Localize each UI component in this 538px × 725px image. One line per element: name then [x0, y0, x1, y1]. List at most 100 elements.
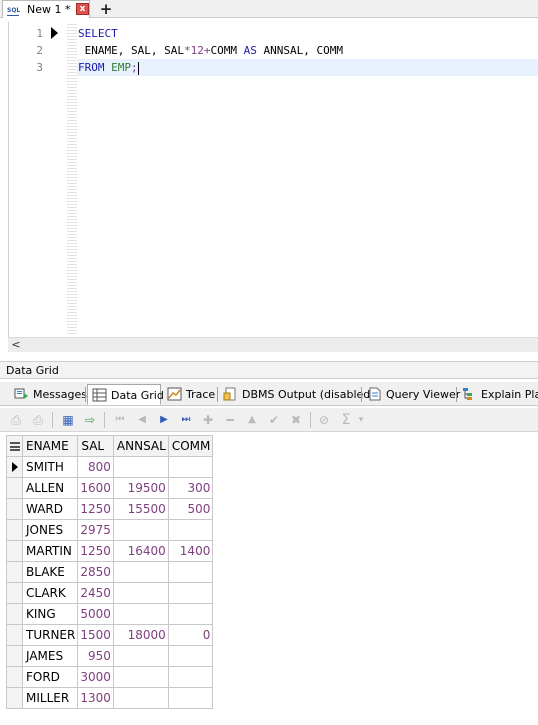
table-row[interactable]: SMITH 800	[6, 456, 214, 478]
grid-cell-annsal[interactable]: 18000	[112, 624, 169, 646]
grid-cell-sal[interactable]: 1500	[77, 624, 114, 646]
grid-cell-annsal[interactable]	[112, 687, 169, 709]
grid-cell-comm[interactable]	[167, 645, 214, 667]
table-row[interactable]: KING 5000	[6, 603, 214, 625]
tab-dbms-output[interactable]: DBMS Output (disabled)	[219, 384, 375, 405]
grid-cell-sal[interactable]: 1250	[77, 540, 114, 562]
grid-cell-sal[interactable]: 1600	[77, 477, 114, 499]
close-tab-icon[interactable]: x	[76, 3, 89, 15]
refresh-grid-icon[interactable]: ⇨	[82, 412, 98, 428]
grid-cell-annsal[interactable]: 19500	[112, 477, 169, 499]
grid-cell-annsal[interactable]: 15500	[112, 498, 169, 520]
grid-cell-comm[interactable]: 300	[167, 477, 214, 499]
grid-cell-annsal[interactable]	[112, 519, 169, 541]
grid-cell-ename[interactable]: JAMES	[21, 645, 79, 667]
grid-cell-annsal[interactable]	[112, 645, 169, 667]
grid-cell-comm[interactable]: 1400	[167, 540, 214, 562]
grid-cell-comm[interactable]	[167, 666, 214, 688]
grid-cell-sal[interactable]: 1250	[77, 498, 114, 520]
row-indicator[interactable]	[6, 582, 23, 604]
last-record-icon[interactable]: ⏭	[178, 412, 194, 428]
data-grid[interactable]: ENAME SAL ANNSAL COMM SMITH 800 ALLEN 1600 1…	[6, 435, 214, 709]
grid-cell-annsal[interactable]	[112, 603, 169, 625]
row-indicator[interactable]	[6, 477, 23, 499]
row-indicator[interactable]	[6, 603, 23, 625]
tab-messages[interactable]: Messages	[10, 384, 87, 405]
grid-cell-ename[interactable]: SMITH	[21, 456, 79, 478]
table-row[interactable]: CLARK 2450	[6, 582, 214, 604]
grid-cell-annsal[interactable]: 16400	[112, 540, 169, 562]
sum-icon[interactable]: Σ	[338, 412, 354, 428]
grid-cell-annsal[interactable]	[112, 582, 169, 604]
column-header-annsal[interactable]: ANNSAL	[112, 435, 169, 457]
code-area[interactable]: SELECT ENAME, SAL, SAL*12+COMM AS ANNSAL…	[77, 22, 538, 336]
edit-record-icon[interactable]: ▲	[244, 412, 260, 428]
grid-cell-ename[interactable]: ALLEN	[21, 477, 79, 499]
grid-cell-ename[interactable]: BLAKE	[21, 561, 79, 583]
grid-cell-ename[interactable]: MARTIN	[21, 540, 79, 562]
grid-cell-comm[interactable]	[167, 603, 214, 625]
grid-cell-comm[interactable]	[167, 519, 214, 541]
editor-tab-new-1[interactable]: SQL New 1 * x	[2, 0, 90, 18]
panel-splitter[interactable]	[0, 353, 538, 361]
grid-cell-annsal[interactable]	[112, 666, 169, 688]
row-indicator[interactable]	[6, 645, 23, 667]
row-indicator[interactable]	[6, 456, 23, 478]
insert-record-icon[interactable]: ✚	[200, 412, 216, 428]
tab-trace[interactable]: Trace	[163, 384, 217, 405]
grid-cell-sal[interactable]: 2850	[77, 561, 114, 583]
table-row[interactable]: MILLER 1300	[6, 687, 214, 709]
editor-horizontal-scrollbar[interactable]: <	[8, 337, 538, 352]
grid-cell-ename[interactable]: TURNER	[21, 624, 79, 646]
row-indicator[interactable]	[6, 624, 23, 646]
table-row[interactable]: TURNER 1500 18000 0	[6, 624, 214, 646]
new-tab-button[interactable]: +	[98, 1, 114, 17]
dropdown-arrow-icon[interactable]: ▾	[356, 412, 366, 428]
grid-cell-annsal[interactable]	[112, 561, 169, 583]
table-row[interactable]: JAMES 950	[6, 645, 214, 667]
sql-editor[interactable]: 1 2 3 SELECT ENAME, SAL, SAL*12+COMM AS …	[8, 22, 538, 352]
grid-cell-ename[interactable]: JONES	[21, 519, 79, 541]
save-icon[interactable]: ⎙	[8, 412, 24, 428]
tab-explain-plan[interactable]: Explain Plan	[458, 384, 538, 405]
column-header-comm[interactable]: COMM	[167, 435, 214, 457]
grid-cell-sal[interactable]: 2975	[77, 519, 114, 541]
grid-cell-ename[interactable]: MILLER	[21, 687, 79, 709]
post-edit-icon[interactable]: ✔	[266, 412, 282, 428]
cancel-edit-icon[interactable]: ✖	[288, 412, 304, 428]
grid-view-icon[interactable]: ▦	[60, 412, 76, 428]
filter-icon[interactable]: ⊘	[316, 412, 332, 428]
table-row[interactable]: WARD 1250 15500 500	[6, 498, 214, 520]
grid-cell-comm[interactable]	[167, 687, 214, 709]
grid-cell-ename[interactable]: CLARK	[21, 582, 79, 604]
grid-cell-ename[interactable]: KING	[21, 603, 79, 625]
table-row[interactable]: ALLEN 1600 19500 300	[6, 477, 214, 499]
table-row[interactable]: MARTIN 1250 16400 1400	[6, 540, 214, 562]
row-indicator[interactable]	[6, 666, 23, 688]
row-indicator[interactable]	[6, 498, 23, 520]
grid-cell-comm[interactable]	[167, 456, 214, 478]
grid-cell-comm[interactable]	[167, 582, 214, 604]
grid-cell-comm[interactable]: 0	[167, 624, 214, 646]
grid-cell-annsal[interactable]	[112, 456, 169, 478]
prior-record-icon[interactable]: ◀	[134, 412, 150, 428]
grid-cell-sal[interactable]: 950	[77, 645, 114, 667]
grid-cell-comm[interactable]: 500	[167, 498, 214, 520]
tab-data-grid[interactable]: Data Grid	[87, 384, 164, 405]
table-row[interactable]: BLAKE 2850	[6, 561, 214, 583]
table-row[interactable]: FORD 3000	[6, 666, 214, 688]
column-header-sal[interactable]: SAL	[77, 435, 114, 457]
grid-cell-sal[interactable]: 1300	[77, 687, 114, 709]
grid-cell-sal[interactable]: 3000	[77, 666, 114, 688]
tab-query-viewer[interactable]: Query Viewer	[363, 384, 460, 405]
grid-cell-sal[interactable]: 800	[77, 456, 114, 478]
grid-corner[interactable]	[6, 435, 23, 457]
row-indicator[interactable]	[6, 540, 23, 562]
row-indicator[interactable]	[6, 519, 23, 541]
grid-cell-sal[interactable]: 5000	[77, 603, 114, 625]
table-row[interactable]: JONES 2975	[6, 519, 214, 541]
column-header-ename[interactable]: ENAME	[21, 435, 79, 457]
grid-cell-comm[interactable]	[167, 561, 214, 583]
grid-cell-ename[interactable]: FORD	[21, 666, 79, 688]
export-icon[interactable]: ⎙	[30, 412, 46, 428]
